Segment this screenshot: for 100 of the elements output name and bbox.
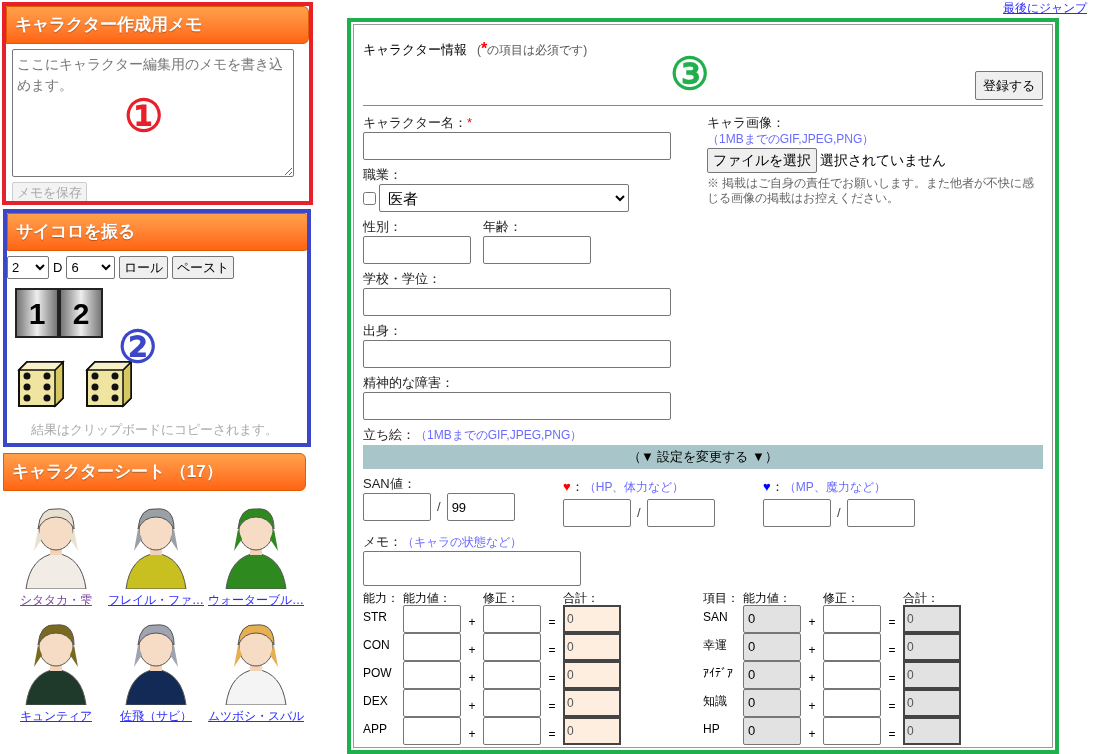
column-header: 合計：	[903, 591, 940, 605]
column-header: 能力値：	[403, 591, 452, 605]
input-field[interactable]	[646, 498, 715, 527]
equals-sign: =	[547, 641, 557, 659]
job-checkbox[interactable]	[363, 191, 376, 205]
field-label: 性別：	[363, 220, 403, 234]
input-field[interactable]	[403, 660, 461, 689]
field-label: キャラ画像：	[707, 116, 786, 130]
input-field[interactable]	[563, 498, 631, 527]
dice-note: 結果はクリップボードにコピーされます。	[31, 422, 279, 438]
character-link[interactable]: 佐飛（サビ）	[120, 707, 192, 725]
field-hint: （MP、魔力など）	[783, 480, 886, 494]
input-field[interactable]	[483, 716, 541, 745]
heart-icon: ♥	[563, 477, 571, 497]
required-note: (*の項目は必須です)	[477, 39, 588, 59]
input-field[interactable]	[403, 604, 461, 633]
row-label: APP	[363, 720, 388, 738]
equals-sign: =	[887, 641, 897, 659]
column-header: 能力：	[363, 591, 400, 605]
plus-sign: +	[807, 725, 817, 743]
plus-sign: +	[807, 669, 817, 687]
input-field[interactable]	[823, 604, 881, 633]
jump-link[interactable]: 最後にジャンプ	[1003, 0, 1087, 16]
equals-sign: =	[547, 697, 557, 715]
field-label: 立ち絵：	[363, 428, 415, 442]
register-button[interactable]: 登録する	[975, 71, 1043, 100]
input-field[interactable]	[403, 688, 461, 717]
input-field[interactable]	[483, 660, 541, 689]
character-link[interactable]: ウォーターブル…	[208, 591, 304, 609]
equals-sign: =	[547, 613, 557, 631]
row-label: ｱｲﾃﾞｱ	[703, 664, 734, 682]
dice-sides-select[interactable]: 6	[66, 256, 116, 279]
roll-button[interactable]: ロール	[119, 256, 169, 279]
row-label: POW	[363, 664, 393, 682]
input-field[interactable]	[823, 632, 881, 661]
input-field[interactable]	[483, 604, 541, 633]
settings-bar[interactable]: （▼ 設定を変更する ▼）	[363, 445, 1043, 469]
input-field[interactable]	[363, 236, 471, 264]
dice-icon	[17, 360, 65, 408]
input-field[interactable]	[823, 716, 881, 745]
input-field[interactable]	[403, 716, 461, 745]
dice-label: D	[53, 258, 63, 277]
total-field[interactable]: 0	[903, 716, 961, 745]
column-header: 能力値：	[743, 591, 792, 605]
character-link[interactable]: シタタカ・雫	[20, 591, 92, 609]
slash: /	[836, 503, 842, 522]
total-field[interactable]: 0	[563, 660, 621, 689]
equals-sign: =	[887, 697, 897, 715]
plus-sign: +	[807, 613, 817, 631]
file-button[interactable]: ファイルを選択	[707, 148, 817, 173]
input-field[interactable]	[363, 288, 671, 316]
field-hint: （1MBまでのGIF,JPEG,PNG）	[415, 428, 583, 442]
input-field[interactable]: 0	[743, 660, 801, 689]
total-field[interactable]: 0	[903, 688, 961, 717]
character-link[interactable]: キュンティア	[20, 707, 92, 725]
field-label: 精神的な障害：	[363, 376, 455, 390]
input-field[interactable]: 99	[446, 493, 515, 521]
dice-count-select[interactable]: 2	[7, 256, 49, 279]
input-field[interactable]	[483, 236, 591, 264]
paste-button[interactable]: ペースト	[172, 256, 235, 279]
total-field[interactable]: 0	[563, 632, 621, 661]
file-status: 選択されていません	[820, 151, 946, 170]
form-title: キャラクター情報	[363, 41, 467, 59]
input-field[interactable]: 0	[743, 716, 801, 745]
plus-sign: +	[467, 613, 477, 631]
total-field[interactable]: 0	[903, 632, 961, 661]
character-link[interactable]: ムツボシ・スバル	[208, 707, 304, 725]
input-field[interactable]	[363, 132, 671, 160]
total-field[interactable]: 0	[903, 604, 961, 633]
slash: /	[636, 503, 642, 522]
input-field[interactable]: 0	[743, 688, 801, 717]
input-field[interactable]	[823, 660, 881, 689]
input-field[interactable]: 0	[743, 604, 801, 633]
input-field[interactable]	[846, 498, 915, 527]
input-field[interactable]	[403, 632, 461, 661]
input-field[interactable]	[763, 498, 831, 527]
field-hint: （キャラの状態など）	[402, 534, 522, 549]
plus-sign: +	[467, 641, 477, 659]
input-field[interactable]	[363, 340, 671, 368]
annotation-number: ③	[670, 52, 709, 96]
column-header: 修正：	[483, 591, 520, 605]
memo-field[interactable]	[363, 550, 581, 586]
input-field[interactable]	[823, 688, 881, 717]
input-field[interactable]	[363, 493, 431, 521]
job-select[interactable]: 医者	[379, 184, 629, 212]
total-field[interactable]: 0	[563, 688, 621, 717]
input-field[interactable]	[363, 392, 671, 420]
total-field[interactable]: 0	[563, 604, 621, 633]
equals-sign: =	[547, 669, 557, 687]
equals-sign: =	[887, 613, 897, 631]
row-label: CON	[363, 636, 391, 654]
input-field[interactable]	[483, 688, 541, 717]
counter-digit: 1	[15, 288, 59, 338]
row-label: HP	[703, 720, 721, 738]
total-field[interactable]: 0	[563, 716, 621, 745]
row-label: DEX	[363, 692, 389, 710]
total-field[interactable]: 0	[903, 660, 961, 689]
input-field[interactable]	[483, 632, 541, 661]
character-link[interactable]: フレイル・ファ…	[108, 591, 204, 609]
input-field[interactable]: 0	[743, 632, 801, 661]
